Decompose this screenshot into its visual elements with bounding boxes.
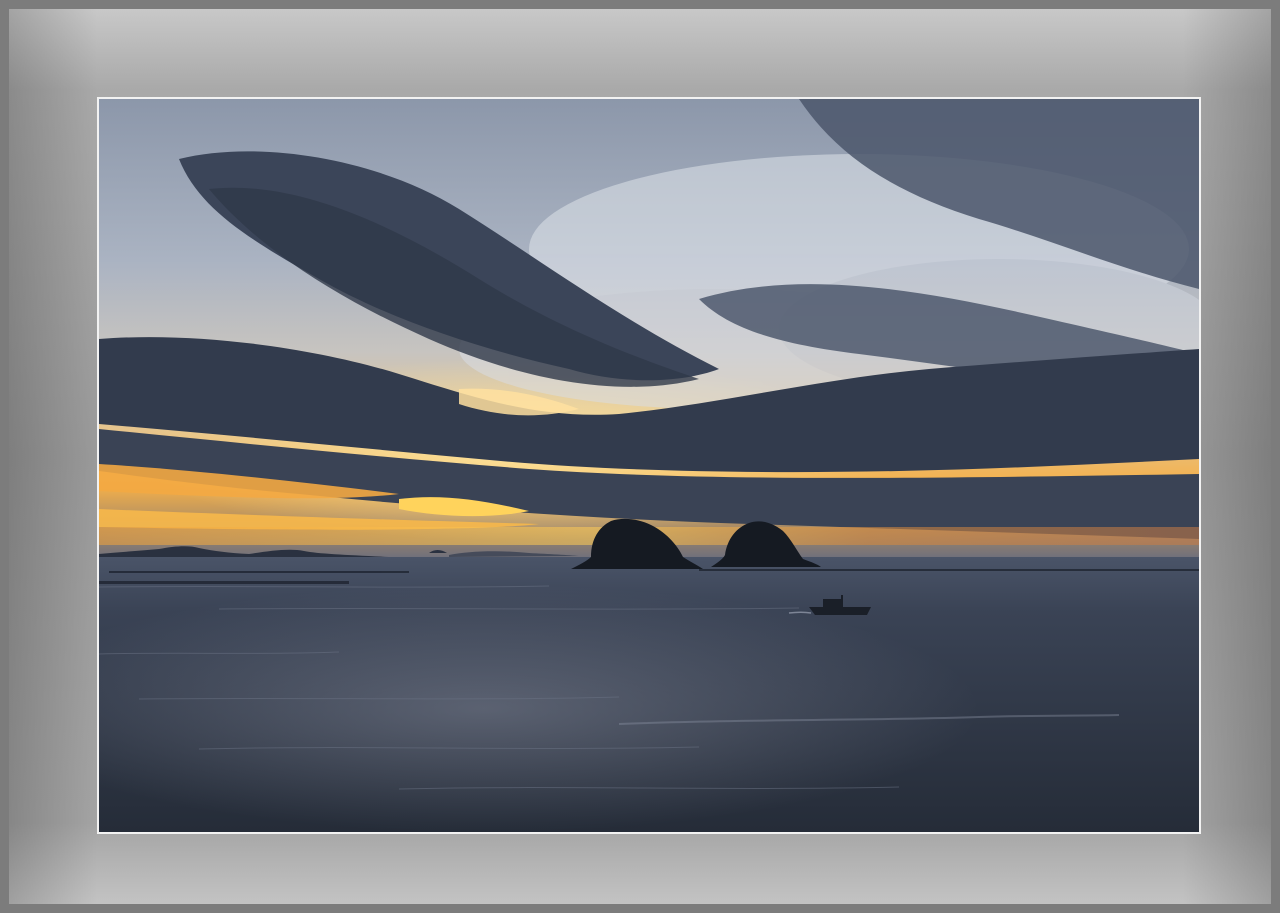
sea-shine: [99, 557, 1199, 832]
photo: [97, 97, 1201, 834]
seascape: [99, 99, 1199, 832]
picture-frame: [0, 0, 1280, 913]
